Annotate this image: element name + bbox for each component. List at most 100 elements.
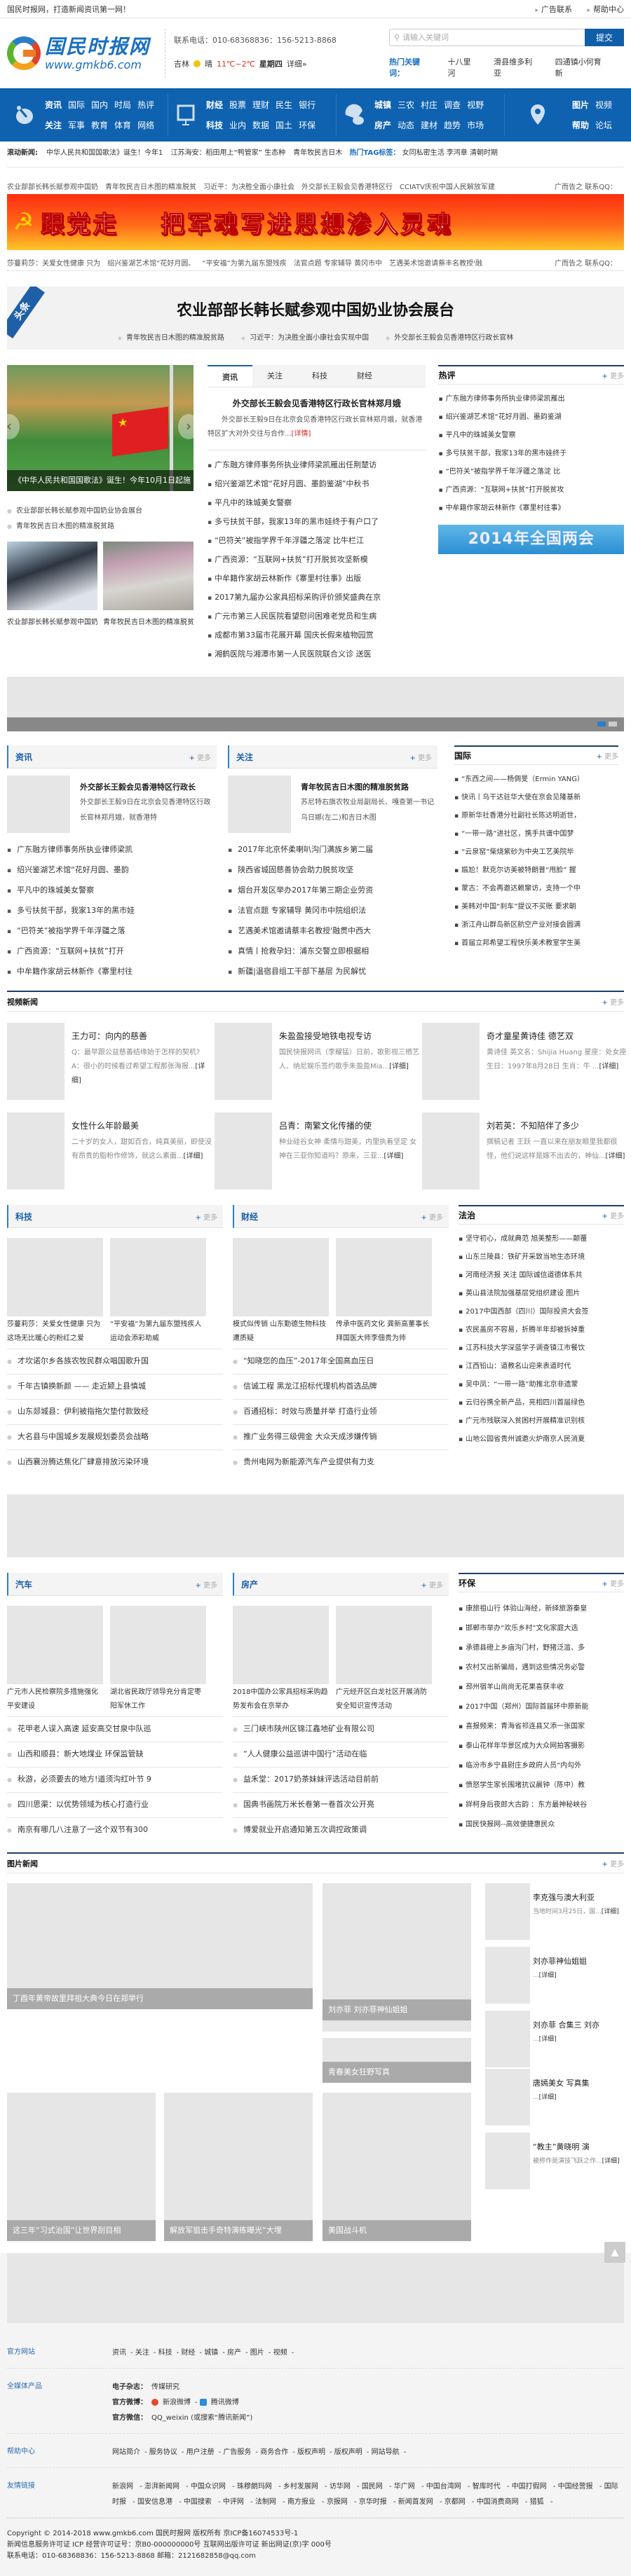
list-item[interactable]: 坚守初心，成就典范 旭美整形——颠覆: [459, 1230, 624, 1248]
list-item[interactable]: 平凡中的珠城美女警察: [7, 881, 217, 901]
photo-card[interactable]: 广元市人民检察院多措施强化平安建设: [7, 1606, 103, 1716]
list-item[interactable]: 绍兴鉴湖艺术馆“花好月圆、墨韵鉴湖: [438, 408, 624, 427]
video-title[interactable]: 吕青：南繁文化传播的使: [279, 1120, 419, 1131]
list-item[interactable]: 邳州宿羊山尚尚无花果喜获丰收: [459, 1678, 624, 1697]
photo-card[interactable]: 莎蔓莉莎：关爱女性健康 只为这场无比暖心的粉红之爱: [7, 1238, 103, 1349]
picture-card[interactable]: 这三年“习式治国”让世界刮目相: [7, 2093, 156, 2241]
friend-link[interactable]: 澎湃新闻网: [144, 2483, 179, 2491]
list-item[interactable]: 烟台开发区举办2017年第三期企业劳资: [228, 881, 437, 901]
photo-card[interactable]: 2018中国办公家具招标采购趋势发布会在京举办: [233, 1606, 329, 1716]
slider-dot[interactable]: [597, 722, 606, 726]
video-thumbnail[interactable]: [215, 1023, 272, 1100]
picture-list-item[interactable]: 刘亦菲神仙姐姐 ...[详细]: [485, 1947, 624, 2004]
list-item[interactable]: 原新华社香港分社副社长陈达明逝世，: [454, 807, 618, 825]
text-link[interactable]: 艺遇美术馆邀请蔡丰名教授'融: [389, 257, 482, 268]
nav-link[interactable]: 图片: [572, 99, 589, 111]
video-card[interactable]: 刘若英：不知陪伴了多少 撰稿记者 王跃 一直以来在朋友眼里我都很怪，他们说这样是嫁…: [422, 1113, 627, 1190]
hot-keyword[interactable]: 四通镇小何育新: [555, 56, 609, 78]
video-card[interactable]: 奇才童星黄诗佳 德艺双 黄诗佳 英文名：Shijia Huang 星座：处女座 生…: [422, 1023, 627, 1100]
list-item[interactable]: 2017中国（郑州）国际首届环中原新能: [459, 1697, 624, 1717]
list-item[interactable]: 绍兴鉴湖艺术馆“花好月圆、墨韵: [7, 860, 217, 881]
footer-link[interactable]: 视频: [273, 2349, 287, 2357]
more-link[interactable]: 更多: [602, 1210, 624, 1220]
video-thumbnail[interactable]: [422, 1113, 480, 1190]
list-item[interactable]: 牂柯身后夜郎大古韵 ：东方最神秘峡谷: [459, 1796, 624, 1815]
video-card[interactable]: 朱盈盈接受地铁电视专访 国民快报网讯（李耀猛）日前，歌影视三栖艺人、纳尼娱乐签约歌…: [215, 1023, 419, 1100]
video-title[interactable]: 朱盈盈接受地铁电视专访: [279, 1030, 419, 1042]
thumb-card[interactable]: 青年牧民吉日木图的精准脱贫: [103, 542, 194, 626]
news-image[interactable]: [7, 776, 70, 833]
friend-link[interactable]: 京华时报: [359, 2498, 387, 2506]
list-item[interactable]: 大名县与中国城乡发展规划委员会战略: [7, 1424, 223, 1449]
nav-link[interactable]: 建材: [421, 119, 437, 131]
sina-weibo-link[interactable]: 新浪微博: [163, 2399, 191, 2406]
photo-card[interactable]: “平安福”为第九届东盟残疾人运动会添彩助威: [110, 1238, 206, 1349]
list-item[interactable]: 四川思渠：以优势领域为核心打造行业: [7, 1792, 223, 1817]
picture-card[interactable]: 刘亦菲 刘亦菲神仙姐姐: [323, 1883, 471, 2032]
nav-link[interactable]: 热评: [137, 99, 154, 111]
friend-link[interactable]: 新浪网: [112, 2483, 133, 2491]
list-item[interactable]: 广西资源：“互联网+扶贫”打开: [7, 942, 217, 962]
tab-headline[interactable]: 外交部长王毅会见香港特区行政长官林郑月娥: [208, 397, 426, 409]
hot-tag[interactable]: 女同私密生活: [402, 149, 445, 157]
nav-link[interactable]: 国际: [68, 99, 85, 111]
list-item[interactable]: 山地公园省贵州诚邀火炉南京人民消夏: [459, 1431, 624, 1449]
nav-link[interactable]: 体育: [114, 119, 131, 131]
nav-link[interactable]: 视频: [595, 99, 612, 111]
footer-link[interactable]: 房产: [227, 2349, 241, 2357]
footer-link[interactable]: 网站简介: [112, 2448, 140, 2456]
nav-link[interactable]: 资讯: [45, 99, 62, 111]
list-item[interactable]: 山东郯城县：伊利被指拖欠垫付款致经: [7, 1399, 223, 1424]
headline-title[interactable]: 农业部部长韩长赋参观中国奶业协会展台: [7, 287, 624, 320]
ad-contact-text[interactable]: 广而告之 联系QQ：: [555, 257, 617, 268]
photo-card[interactable]: 传承中医药文化 龚新高董事长拜国医大师李佃贵为师: [336, 1238, 432, 1349]
list-item[interactable]: 泰山花样年华景区成为大众网拍客摄影: [459, 1737, 624, 1756]
picture-list-item[interactable]: “教主”黄晓明 演被称作是演技飞跃之作...[详细]: [485, 2133, 624, 2189]
text-link[interactable]: 莎蔓莉莎：关爱女性健康 只为: [7, 257, 100, 268]
hot-keyword[interactable]: 滑县维多利亚: [494, 56, 539, 78]
more-link[interactable]: 更多: [195, 1211, 217, 1222]
footer-link[interactable]: 财经: [181, 2349, 195, 2357]
footer-link[interactable]: 图片: [250, 2349, 264, 2357]
list-item[interactable]: 尴尬！默克尔访美被特朗普“甩脸” 握: [454, 862, 618, 880]
ticker-item[interactable]: 中华人民共和国国歌法》诞生！今年1: [46, 149, 163, 157]
more-link[interactable]: 更多: [195, 1579, 217, 1590]
nav-link[interactable]: 村庄: [421, 99, 437, 111]
list-item[interactable]: 山西襄汾腾达焦化厂肆意排放污染环境: [7, 1449, 223, 1475]
friend-link[interactable]: 京都网: [445, 2498, 466, 2506]
help-center-link[interactable]: 帮助中心: [587, 5, 624, 14]
headline-sub-link[interactable]: 外交部长王毅会见香港特区行政长官林: [386, 331, 513, 342]
list-item[interactable]: 信诚工程 黑龙江招标代理机构首选品牌: [233, 1374, 449, 1399]
list-item[interactable]: 平凡中的珠城美女警察: [438, 427, 624, 445]
list-item[interactable]: 山东兰陵县：铁矿开采致当地生态环境: [459, 1248, 624, 1267]
video-title[interactable]: 王力可：向内的慈善: [72, 1030, 212, 1042]
video-title[interactable]: 奇才童星黄诗佳 德艺双: [487, 1030, 627, 1042]
friend-link[interactable]: 中国台湾网: [426, 2483, 461, 2491]
friend-link[interactable]: 猎狐: [530, 2498, 544, 2506]
more-link[interactable]: 更多: [602, 1578, 624, 1588]
list-item[interactable]: 国典书画院万米长卷第一卷首次公开亮: [233, 1792, 449, 1817]
ad-contact-text[interactable]: 广而告之 联系QQ：: [555, 181, 617, 191]
nav-link[interactable]: 关注: [45, 119, 62, 131]
list-item[interactable]: 真情丨抢救孕妇：浦东交警立即根据相: [228, 942, 437, 962]
list-item[interactable]: 湘鹤医院与湘潭市第一人民医院联合义诊 送医: [208, 645, 426, 664]
list-item[interactable]: 广元市第三人民医院看望慰问困难老党员和生病: [208, 607, 426, 626]
nav-link[interactable]: 科技: [206, 119, 223, 131]
nav-link[interactable]: 教育: [91, 119, 108, 131]
list-item[interactable]: 艺遇美术馆邀请蔡丰名教授'融贯中西大: [228, 921, 437, 942]
list-item[interactable]: 推广业务得三级佣金 大众天成涉嫌传销: [233, 1424, 449, 1449]
hot-tag[interactable]: 李鸿章: [447, 149, 468, 157]
list-item[interactable]: 喜报频来：青海省祁连县又添一张国家: [459, 1717, 624, 1737]
feature-title[interactable]: 外交部长王毅会见香港特区行政长: [80, 781, 217, 792]
banner-ad[interactable]: ☭ 跟党走 把军魂写进思想渗入灵魂: [7, 194, 624, 250]
list-item[interactable]: 蒙古：不会再邀达赖窜访，支持一个中: [454, 880, 618, 898]
video-thumbnail[interactable]: [7, 1023, 65, 1100]
list-item[interactable]: 法官点题 专家辅导 黄冈市中院组织法: [228, 901, 437, 921]
thumb-card[interactable]: 农业部部长韩长赋参观中国奶: [7, 542, 97, 626]
list-item[interactable]: 临汾市乡宁县尉庄乡政府人员“内勾外: [459, 1756, 624, 1776]
news-image[interactable]: [228, 776, 291, 833]
text-link[interactable]: 农业部部长韩长赋参观中国奶: [7, 181, 98, 191]
hot-tag[interactable]: 清朝时期: [470, 149, 498, 157]
text-link[interactable]: “平安福”为第九届东盟残疾: [202, 257, 286, 268]
list-item[interactable]: 南京有哪几八注意了一这个双节有300: [7, 1817, 223, 1843]
